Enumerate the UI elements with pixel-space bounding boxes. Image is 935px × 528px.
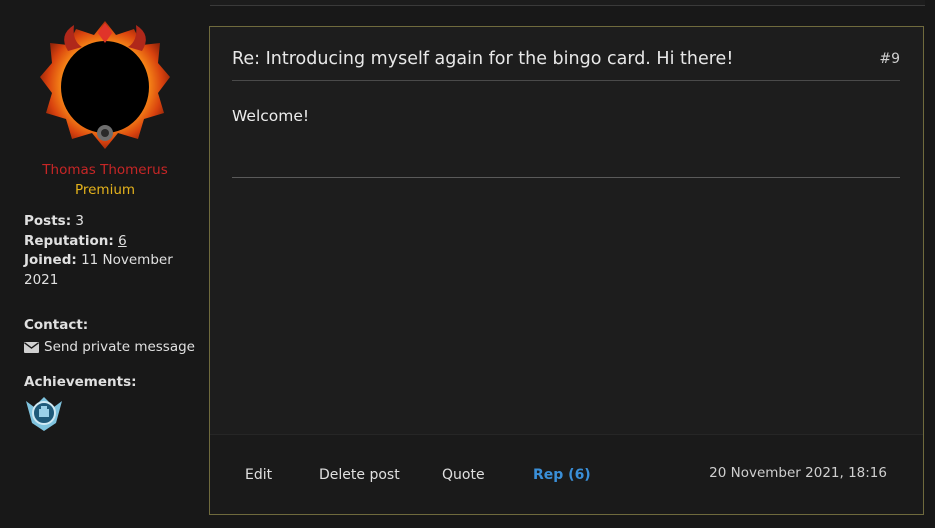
send-private-message-link[interactable]: Send private message xyxy=(24,339,195,355)
posts-label: Posts: xyxy=(24,213,72,229)
post-footer: Edit Delete post Quote Rep (6) 20 Novemb… xyxy=(210,434,923,514)
title-divider xyxy=(232,80,900,81)
reputation-row: Reputation: 6 xyxy=(24,232,194,252)
rep-button[interactable]: Rep (6) xyxy=(533,467,591,483)
edit-button[interactable]: Edit xyxy=(245,467,272,483)
send-private-message-label: Send private message xyxy=(44,339,195,355)
signature-divider xyxy=(232,177,900,178)
previous-post-edge xyxy=(210,0,925,6)
posts-value: 3 xyxy=(75,213,84,229)
avatar-flame-frame-icon[interactable] xyxy=(38,15,172,155)
delete-post-button[interactable]: Delete post xyxy=(319,467,400,483)
posts-row: Posts: 3 xyxy=(24,212,194,232)
reputation-link[interactable]: 6 xyxy=(118,233,127,249)
achievements-label: Achievements: xyxy=(24,374,137,390)
joined-row: Joined: 11 November 2021 xyxy=(24,251,194,290)
achievement-badge-icon[interactable] xyxy=(24,393,64,433)
contact-label: Contact: xyxy=(24,317,89,333)
quote-button[interactable]: Quote xyxy=(442,467,485,483)
post-body: Welcome! xyxy=(232,107,310,125)
envelope-icon xyxy=(24,341,39,353)
user-stats: Posts: 3 Reputation: 6 Joined: 11 Novemb… xyxy=(24,212,194,290)
post-number-link[interactable]: #9 xyxy=(879,51,900,67)
user-panel: Thomas Thomerus Premium Posts: 3 Reputat… xyxy=(0,0,200,528)
post-date: 20 November 2021, 18:16 xyxy=(709,465,887,481)
joined-label: Joined: xyxy=(24,252,77,268)
user-group: Premium xyxy=(74,182,136,198)
post-container: Re: Introducing myself again for the bin… xyxy=(209,26,924,515)
username[interactable]: Thomas Thomerus xyxy=(0,162,210,178)
reputation-label: Reputation: xyxy=(24,232,114,249)
post-title: Re: Introducing myself again for the bin… xyxy=(232,49,734,69)
thread-page: Thomas Thomerus Premium Posts: 3 Reputat… xyxy=(0,0,935,528)
